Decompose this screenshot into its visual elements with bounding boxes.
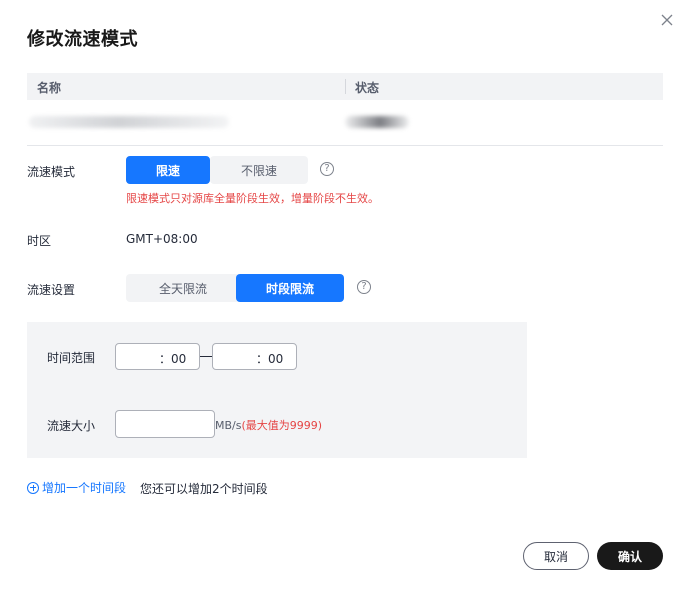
redacted-status-cell — [345, 116, 409, 128]
add-time-period-label: 增加一个时间段 — [42, 481, 127, 495]
time-range-separator — [200, 356, 212, 357]
end-time-input[interactable]: ：00 — [212, 343, 297, 370]
time-range-label: 时间范围 — [47, 351, 96, 365]
column-header-status: 状态 — [355, 81, 380, 95]
close-icon[interactable] — [659, 12, 675, 28]
question-circle-icon[interactable]: ? — [357, 280, 371, 294]
remaining-periods-hint: 您还可以增加2个时间段 — [140, 482, 268, 496]
dialog-title: 修改流速模式 — [27, 29, 138, 50]
table-header: 名称 状态 — [27, 73, 663, 100]
flow-size-label: 流速大小 — [47, 419, 96, 433]
max-value-hint: (最大值为9999) — [241, 419, 323, 432]
cancel-button[interactable]: 取消 — [523, 542, 589, 570]
flow-setting-label: 流速设置 — [27, 283, 76, 297]
setting-option-time-period[interactable]: 时段限流 — [236, 274, 344, 302]
add-time-period-link[interactable]: 增加一个时间段 — [27, 479, 126, 496]
flow-size-unit: MB/s(最大值为9999) — [215, 419, 323, 432]
end-time-value: ：00 — [256, 352, 284, 366]
modify-flow-rate-dialog: 修改流速模式 名称 状态 流速模式 限速 不限速 ? 限速模式只对源库全量阶段生… — [0, 0, 689, 590]
flow-mode-label: 流速模式 — [27, 165, 76, 179]
flow-size-input[interactable] — [115, 410, 215, 438]
mode-warning-text: 限速模式只对源库全量阶段生效，增量阶段不生效。 — [126, 192, 379, 205]
start-time-input[interactable]: ：00 — [115, 343, 200, 370]
table-row — [27, 100, 663, 146]
mode-option-unlimited[interactable]: 不限速 — [210, 156, 308, 184]
time-period-panel: 时间范围 ：00 ：00 流速大小 MB/s(最大值为9999) — [27, 322, 527, 458]
timezone-label: 时区 — [27, 234, 52, 248]
plus-circle-icon — [27, 481, 39, 494]
timezone-value: GMT+08:00 — [126, 232, 198, 246]
redacted-name-cell — [29, 116, 229, 128]
setting-option-all-day[interactable]: 全天限流 — [126, 274, 240, 302]
column-divider — [345, 79, 346, 94]
start-time-value: ：00 — [159, 352, 187, 366]
column-header-name: 名称 — [37, 81, 62, 95]
mode-option-limited[interactable]: 限速 — [126, 156, 210, 184]
question-circle-icon[interactable]: ? — [320, 162, 334, 176]
confirm-button[interactable]: 确认 — [597, 542, 663, 570]
